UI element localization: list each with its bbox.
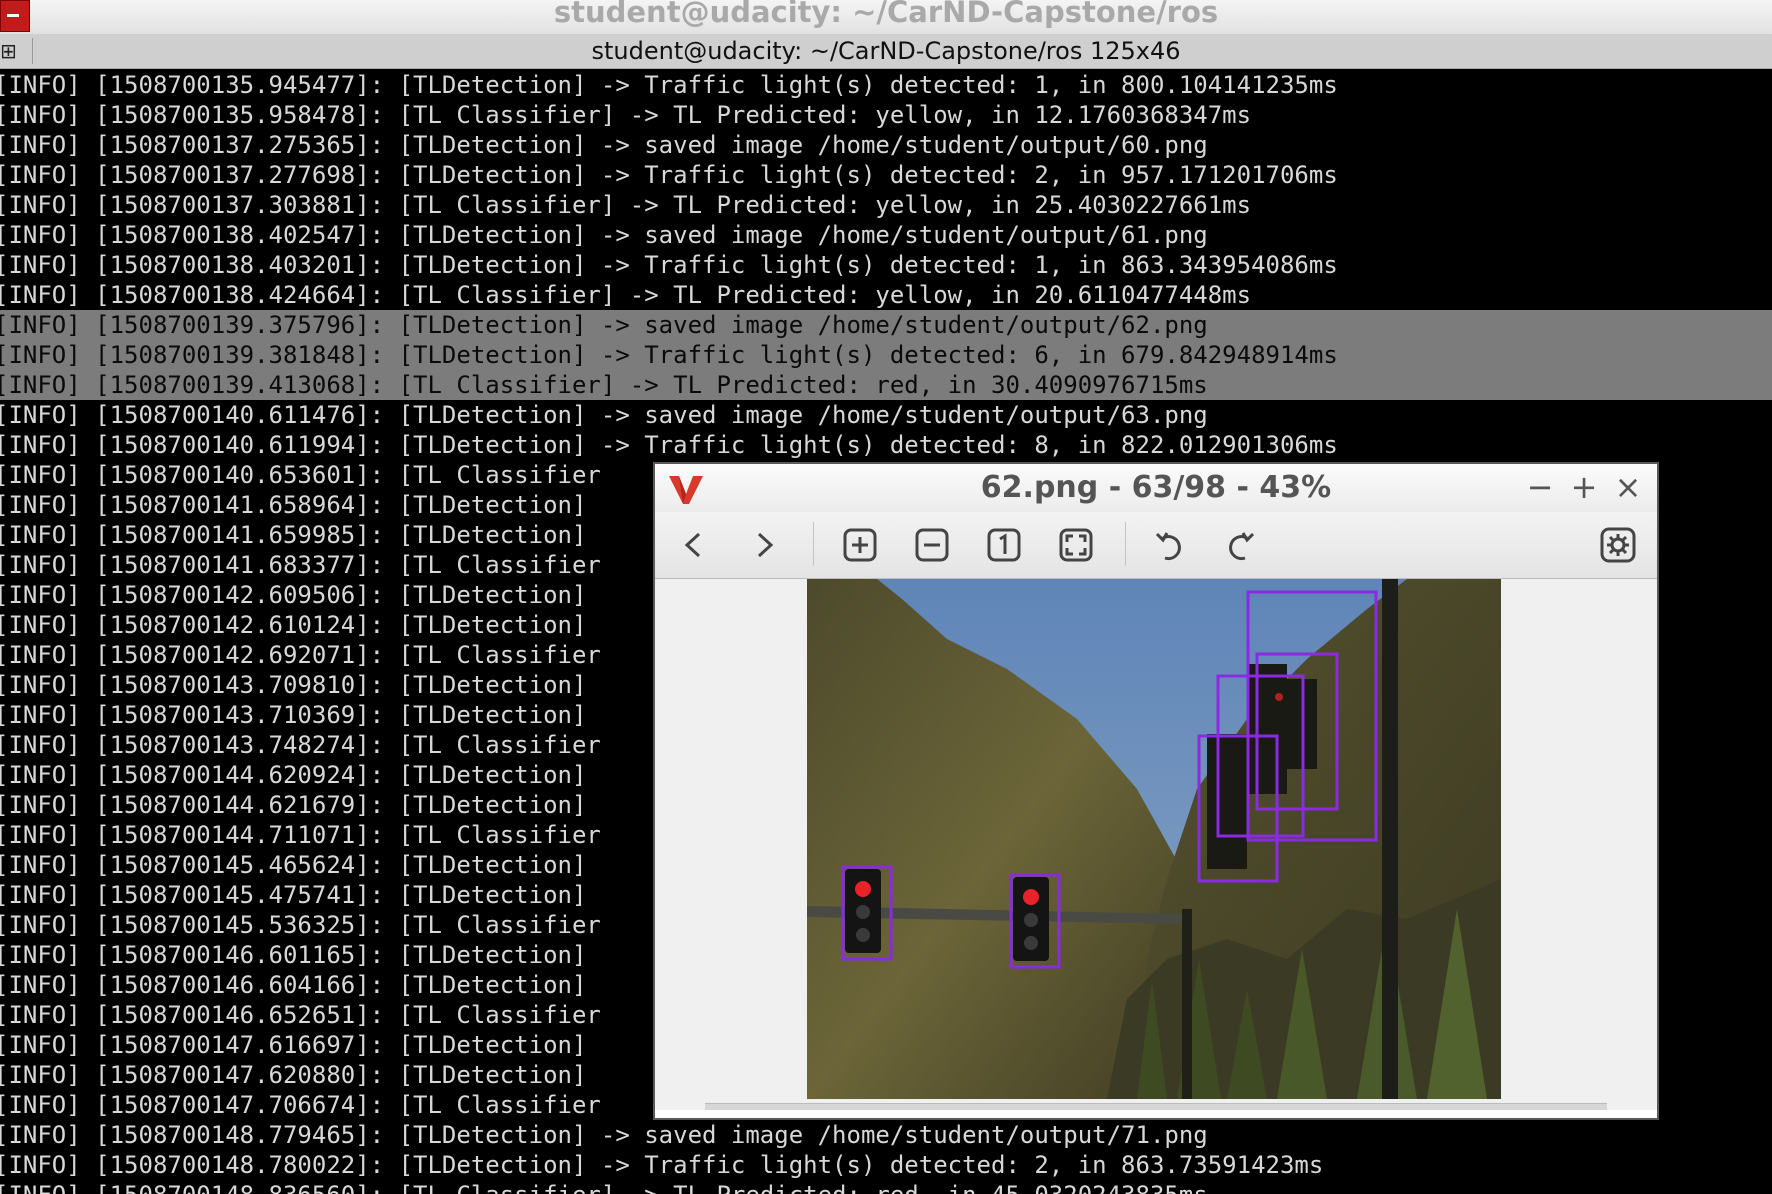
log-line[interactable]: [INFO] [1508700139.375796]: [TLDetection… — [0, 310, 1772, 340]
chevron-left-icon[interactable] — [675, 526, 713, 564]
log-line[interactable]: [INFO] [1508700140.611994]: [TLDetection… — [0, 430, 1772, 460]
toolbar-separator — [813, 522, 814, 566]
maximize-button[interactable]: + — [1567, 470, 1601, 504]
log-line[interactable]: [INFO] [1508700137.303881]: [TL Classifi… — [0, 190, 1772, 220]
zoom-in-icon[interactable] — [841, 526, 879, 564]
log-line[interactable]: [INFO] [1508700138.402547]: [TLDetection… — [0, 220, 1772, 250]
traffic-light-left — [845, 869, 881, 953]
log-line[interactable]: [INFO] [1508700148.780022]: [TLDetection… — [0, 1150, 1772, 1180]
zoom-out-icon[interactable] — [913, 526, 951, 564]
log-line[interactable]: [INFO] [1508700138.424664]: [TL Classifi… — [0, 280, 1772, 310]
minimize-button[interactable]: − — [1523, 470, 1557, 504]
viewer-titlebar[interactable]: 62.png - 63/98 - 43% − + × — [655, 464, 1657, 512]
log-line[interactable]: [INFO] [1508700139.381848]: [TLDetection… — [0, 340, 1772, 370]
log-line[interactable]: [INFO] [1508700140.611476]: [TLDetection… — [0, 400, 1772, 430]
log-line[interactable]: [INFO] [1508700148.779465]: [TLDetection… — [0, 1120, 1772, 1150]
terminal-tab-bar: ⊞ student@udacity: ~/CarND-Capstone/ros … — [0, 34, 1772, 69]
traffic-light-center — [1013, 877, 1049, 961]
actual-size-icon[interactable] — [985, 526, 1023, 564]
rotate-left-icon[interactable] — [1151, 526, 1189, 564]
chevron-right-icon[interactable] — [745, 526, 783, 564]
displayed-image — [807, 579, 1501, 1099]
log-line[interactable]: [INFO] [1508700137.277698]: [TLDetection… — [0, 160, 1772, 190]
log-line[interactable]: [INFO] [1508700135.945477]: [TLDetection… — [0, 70, 1772, 100]
viewer-title: 62.png - 63/98 - 43% — [980, 470, 1332, 505]
settings-icon[interactable] — [1599, 526, 1637, 564]
close-button[interactable]: × — [1611, 470, 1645, 504]
toolbar-separator — [1125, 522, 1126, 566]
log-line[interactable]: [INFO] [1508700139.413068]: [TL Classifi… — [0, 370, 1772, 400]
image-viewer-window[interactable]: 62.png - 63/98 - 43% − + × — [653, 462, 1659, 1120]
fit-window-icon[interactable] — [1057, 526, 1095, 564]
rotate-right-icon[interactable] — [1221, 526, 1259, 564]
window-titlebar[interactable]: student@udacity: ~/CarND-Capstone/ros — [0, 0, 1772, 35]
terminal-tab-title[interactable]: student@udacity: ~/CarND-Capstone/ros 12… — [0, 34, 1772, 68]
signal-pole-right — [1382, 579, 1398, 1099]
signal-pole-left — [1182, 909, 1192, 1099]
image-canvas[interactable] — [655, 579, 1657, 1110]
window-title: student@udacity: ~/CarND-Capstone/ros — [553, 0, 1219, 29]
log-line[interactable]: [INFO] [1508700135.958478]: [TL Classifi… — [0, 100, 1772, 130]
log-line[interactable]: [INFO] [1508700137.275365]: [TLDetection… — [0, 130, 1772, 160]
log-line[interactable]: [INFO] [1508700148.836560]: [TL Classifi… — [0, 1180, 1772, 1194]
horizontal-scrollbar[interactable] — [705, 1103, 1607, 1110]
log-line[interactable]: [INFO] [1508700138.403201]: [TLDetection… — [0, 250, 1772, 280]
viewer-toolbar — [655, 512, 1657, 579]
